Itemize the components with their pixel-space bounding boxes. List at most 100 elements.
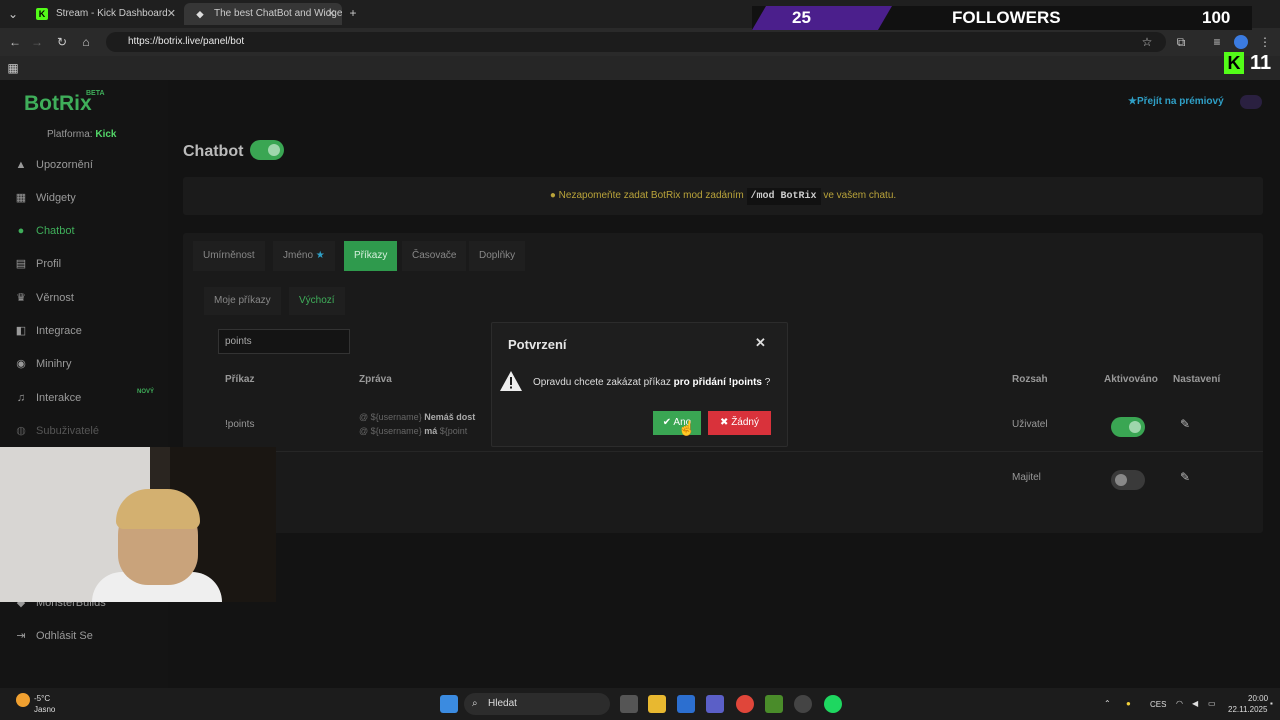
platform-value: Kick xyxy=(95,129,117,140)
row-scope: Majitel xyxy=(1012,472,1041,483)
kick-viewer-badge: K 11 xyxy=(1224,52,1278,74)
minecraft-icon[interactable] xyxy=(765,695,783,713)
webcam-person-hair xyxy=(116,489,200,529)
taskbar-search[interactable]: ⌕ Hledat xyxy=(464,693,610,715)
tab-title: The best ChatBot and Widgets xyxy=(214,8,342,19)
sidebar-item-label: Chatbot xyxy=(36,225,75,237)
followers-goal-overlay: 25 FOLLOWERS 100 xyxy=(752,6,1252,30)
new-tab-icon[interactable]: + xyxy=(344,4,362,22)
bookmark-star-icon[interactable]: ☆ xyxy=(1138,33,1156,51)
home-icon[interactable]: ⌂ xyxy=(77,33,95,51)
msg-var: ${point xyxy=(439,426,468,436)
sidebar-item-subuzivatele[interactable]: ◍ Subuživatelé xyxy=(14,420,99,442)
volume-icon[interactable]: ◀ xyxy=(1192,699,1198,708)
sidebar-item-profil[interactable]: ▤ Profil xyxy=(14,253,61,275)
music-icon: ♫ xyxy=(16,392,26,404)
tab-kick-dashboard[interactable]: K Stream - Kick Dashboard ✕ xyxy=(26,3,182,25)
sidebar-item-label: Profil xyxy=(36,258,62,270)
beta-badge: BETA xyxy=(86,90,105,97)
url-input[interactable]: https://botrix.live/panel/bot xyxy=(106,32,1166,52)
sidebar-item-logout[interactable]: ⇥ Odhlásit Se xyxy=(14,625,92,647)
menu-icon[interactable]: ⋮ xyxy=(1256,33,1274,51)
apps-grid-icon[interactable]: ▦ xyxy=(4,59,22,77)
botrix-logo[interactable]: BotRix xyxy=(24,92,92,116)
at-icon: @ xyxy=(359,426,369,436)
store-icon[interactable] xyxy=(677,695,695,713)
spotify-icon[interactable] xyxy=(824,695,842,713)
tab-search-icon[interactable]: ⌄ xyxy=(4,5,22,23)
edit-pencil-icon[interactable]: ✎ xyxy=(1180,417,1190,431)
sidebar-item-label: Upozornění xyxy=(36,159,93,171)
command-search-input[interactable]: points xyxy=(218,329,350,354)
profile-avatar[interactable] xyxy=(1234,35,1248,49)
botrix-icon: ◆ xyxy=(196,9,204,19)
app-icon[interactable] xyxy=(794,695,812,713)
sidebar-item-vernost[interactable]: ♛ Věrnost xyxy=(14,287,74,309)
sidebar-item-interakce[interactable]: ♫ Interakce xyxy=(14,387,81,409)
clock-time[interactable]: 20:00 xyxy=(1248,694,1268,703)
premium-link[interactable]: ★Přejít na prémiový xyxy=(1128,96,1224,107)
tab-doplnky[interactable]: Doplňky xyxy=(469,241,526,271)
row-message-line-1: @ ${username} Nemáš dost xyxy=(359,412,475,422)
row-scope: Uživatel xyxy=(1012,419,1048,430)
extensions-icon[interactable]: ⧉ xyxy=(1172,33,1190,51)
subtab-default[interactable]: Výchozí xyxy=(289,287,345,315)
tab-prikazy[interactable]: Příkazy xyxy=(344,241,398,271)
close-icon[interactable]: ✕ xyxy=(327,3,336,25)
kick-icon: K xyxy=(1224,52,1244,74)
battery-icon[interactable]: ▭ xyxy=(1208,699,1216,708)
sidebar-item-upozorneni[interactable]: ▲ Upozornění xyxy=(14,154,93,176)
teams-icon[interactable] xyxy=(706,695,724,713)
trophy-icon: ♛ xyxy=(16,292,26,304)
tab-casovace[interactable]: Časovače xyxy=(402,241,467,271)
column-header-command: Příkaz xyxy=(225,374,255,385)
tray-chevron-icon[interactable]: ⌃ xyxy=(1104,699,1111,708)
info-icon: ● xyxy=(549,190,556,201)
clock-date[interactable]: 22.11.2025 xyxy=(1228,705,1267,714)
tab-jmeno[interactable]: Jméno ★ xyxy=(273,241,335,271)
sidebar-item-minihry[interactable]: ◉ Minihry xyxy=(14,353,71,375)
file-explorer-icon[interactable] xyxy=(648,695,666,713)
sidebar-item-widgety[interactable]: ▦ Widgety xyxy=(14,187,76,209)
platform-label: Platforma: xyxy=(47,129,93,140)
back-icon[interactable]: ← xyxy=(6,33,24,51)
notification-bell-icon[interactable]: ▪ xyxy=(1270,699,1273,708)
subtab-my-commands[interactable]: Moje příkazy xyxy=(204,287,281,315)
task-view-icon[interactable] xyxy=(620,695,638,713)
premium-label: Přejít na prémiový xyxy=(1136,96,1224,107)
microphone-icon[interactable]: ● xyxy=(1126,699,1131,708)
users-icon: ◍ xyxy=(16,425,26,437)
wifi-icon[interactable]: ◠ xyxy=(1176,699,1183,708)
reload-icon[interactable]: ↻ xyxy=(53,33,71,51)
media-icon[interactable]: ≡ xyxy=(1208,33,1226,51)
kick-icon: K xyxy=(36,8,48,20)
forward-icon[interactable]: → xyxy=(28,33,46,51)
tab-umirnenost[interactable]: Umírněnost xyxy=(193,241,265,271)
search-label: Hledat xyxy=(488,698,517,709)
row-active-toggle[interactable] xyxy=(1111,470,1145,490)
followers-label: FOLLOWERS xyxy=(952,8,1061,27)
close-icon[interactable]: ✕ xyxy=(755,335,766,351)
close-icon[interactable]: ✕ xyxy=(167,3,176,25)
dialog-text-bold: pro přidání !points xyxy=(673,377,762,388)
tab-botrix[interactable]: ◆ The best ChatBot and Widgets ✕ xyxy=(184,3,342,25)
notice-code: /mod BotRix xyxy=(746,188,821,205)
tab-title: Stream - Kick Dashboard xyxy=(56,8,168,19)
id-card-icon: ▤ xyxy=(15,258,27,270)
sidebar-item-integrace[interactable]: ◧ Integrace xyxy=(14,320,82,342)
chatbot-toggle[interactable] xyxy=(250,140,284,160)
warning-icon xyxy=(500,371,522,391)
edit-pencil-icon[interactable]: ✎ xyxy=(1180,470,1190,484)
sidebar-item-chatbot[interactable]: ● Chatbot xyxy=(14,220,75,242)
sidebar-item-label: Interakce xyxy=(36,392,82,404)
weather-icon[interactable] xyxy=(16,693,30,707)
search-icon: ⌕ xyxy=(472,698,478,709)
row-active-toggle[interactable] xyxy=(1111,417,1145,437)
no-button[interactable]: ✖ Žádný xyxy=(708,411,771,435)
windows-start-icon[interactable] xyxy=(440,695,458,713)
followers-count: 25 xyxy=(792,8,811,27)
language-indicator[interactable]: CES xyxy=(1150,700,1166,709)
sidebar-item-label: Subuživatelé xyxy=(36,425,99,437)
chrome-icon[interactable] xyxy=(736,695,754,713)
theme-toggle[interactable] xyxy=(1240,95,1262,109)
